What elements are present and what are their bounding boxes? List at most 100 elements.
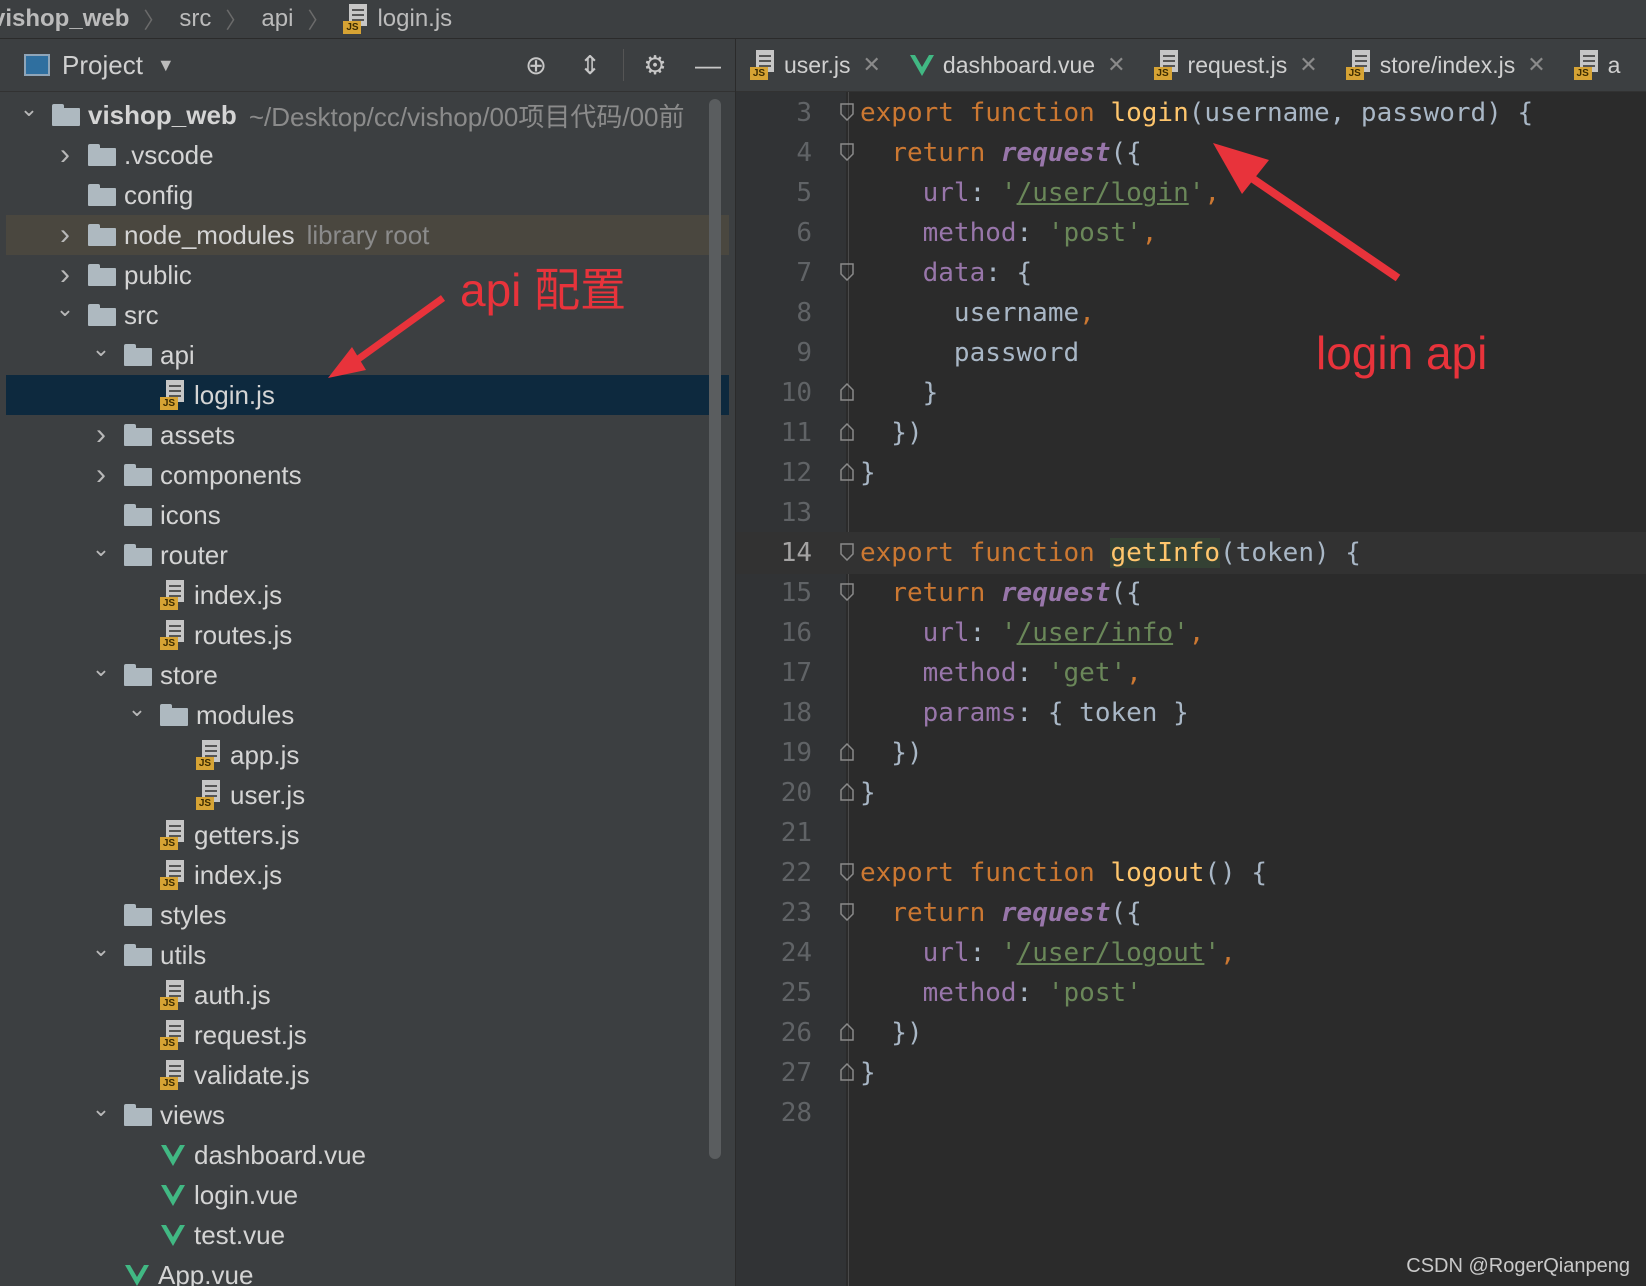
close-icon[interactable]: ✕ <box>1527 52 1545 78</box>
line-number: 10 <box>780 378 812 408</box>
code-line: 15 return request({ <box>736 572 1646 614</box>
fold-marker-icon[interactable] <box>840 783 854 801</box>
tree-item-assets[interactable]: › assets <box>6 415 729 455</box>
tree-scrollbar[interactable] <box>709 99 721 1159</box>
chevron-right-icon[interactable]: › <box>90 458 112 492</box>
tree-item-test-vue[interactable]: test.vue <box>6 1215 729 1255</box>
chevron-down-icon[interactable]: ⌄ <box>18 96 40 122</box>
tree-item-request-js[interactable]: JS request.js <box>6 1015 729 1055</box>
code-line: 21 <box>736 812 1646 854</box>
chevron-down-icon[interactable]: ⌄ <box>90 536 112 562</box>
chevron-right-icon[interactable]: › <box>54 218 76 252</box>
gear-icon[interactable]: ⚙ <box>639 49 671 81</box>
breadcrumb-item[interactable]: JS login.js <box>343 4 452 34</box>
chevron-down-icon[interactable]: ⌄ <box>90 1096 112 1122</box>
tree-item-modules[interactable]: ⌄ modules <box>6 695 729 735</box>
line-number: 24 <box>780 938 812 968</box>
tree-item-icons[interactable]: icons <box>6 495 729 535</box>
code-line: 10 } <box>736 372 1646 414</box>
tree-item-getters-js[interactable]: JS getters.js <box>6 815 729 855</box>
chevron-down-icon[interactable]: ⌄ <box>90 656 112 682</box>
folder-icon <box>124 464 152 486</box>
breadcrumb-separator: 〉 <box>307 8 330 33</box>
tree-item-components[interactable]: › components <box>6 455 729 495</box>
js-file-icon: JS <box>1345 50 1372 80</box>
tree-item-routes-js[interactable]: JS routes.js <box>6 615 729 655</box>
project-tool-window: Project ▼ ⊕ ⇕ ⚙ — ⌄ vishop_web ~/Desktop/c… <box>0 39 736 1286</box>
fold-marker-icon[interactable] <box>840 463 854 481</box>
line-number: 27 <box>780 1058 812 1088</box>
tree-item-store[interactable]: ⌄ store <box>6 655 729 695</box>
folder-icon <box>160 704 188 726</box>
editor-tab[interactable]: JS user.js ✕ <box>736 39 895 91</box>
code-line: 12} <box>736 452 1646 494</box>
fold-marker-icon[interactable] <box>840 863 854 881</box>
line-number: 6 <box>796 218 812 248</box>
fold-marker-icon[interactable] <box>840 1063 854 1081</box>
tree-item-index-js[interactable]: JS index.js <box>6 575 729 615</box>
code-line: 8 username, <box>736 292 1646 334</box>
tree-item-api[interactable]: ⌄ api <box>6 335 729 375</box>
breadcrumb-item[interactable]: vishop_web <box>0 5 129 33</box>
tree-item-validate-js[interactable]: JS validate.js <box>6 1055 729 1095</box>
tree-item-node-modules[interactable]: › node_modules library root <box>6 215 729 255</box>
close-icon[interactable]: ✕ <box>1299 52 1317 78</box>
fold-marker-icon[interactable] <box>840 583 854 601</box>
fold-marker-icon[interactable] <box>840 103 854 121</box>
editor-tab[interactable]: JS store/index.js ✕ <box>1332 39 1560 91</box>
breadcrumb-item[interactable]: api <box>261 5 293 33</box>
watermark: CSDN @RogerQianpeng <box>1406 1255 1630 1277</box>
line-number: 11 <box>780 418 812 448</box>
js-file-icon: JS <box>160 1060 186 1090</box>
fold-marker-icon[interactable] <box>840 743 854 761</box>
breadcrumb-item[interactable]: src <box>179 5 211 33</box>
tree-item-views[interactable]: ⌄ views <box>6 1095 729 1135</box>
tree-item-config[interactable]: config <box>6 175 729 215</box>
tree-item-styles[interactable]: styles <box>6 895 729 935</box>
tree-item-app-js[interactable]: JS app.js <box>6 735 729 775</box>
chevron-down-icon[interactable]: ⌄ <box>126 696 148 722</box>
tree-item-auth-js[interactable]: JS auth.js <box>6 975 729 1015</box>
code-line: 22 export function logout() { <box>736 852 1646 894</box>
tree-item-login-vue[interactable]: login.vue <box>6 1175 729 1215</box>
chevron-down-icon[interactable]: ▼ <box>157 55 175 76</box>
chevron-down-icon[interactable]: ⌄ <box>54 296 76 322</box>
fold-marker-icon[interactable] <box>840 383 854 401</box>
tree-item-dashboard-vue[interactable]: dashboard.vue <box>6 1135 729 1175</box>
tree-item-utils[interactable]: ⌄ utils <box>6 935 729 975</box>
tree-item--vscode[interactable]: › .vscode <box>6 135 729 175</box>
tree-item-login-js[interactable]: JS login.js <box>6 375 729 415</box>
fold-marker-icon[interactable] <box>840 263 854 281</box>
fold-marker-icon[interactable] <box>840 543 854 561</box>
collapse-all-icon[interactable]: ⇕ <box>574 49 606 81</box>
editor-tab[interactable]: dashboard.vue ✕ <box>895 39 1140 91</box>
vue-file-icon <box>161 1225 185 1246</box>
tree-item-user-js[interactable]: JS user.js <box>6 775 729 815</box>
line-number: 19 <box>780 738 812 768</box>
crosshair-icon[interactable]: ⊕ <box>520 49 552 81</box>
close-icon[interactable]: ✕ <box>1107 52 1125 78</box>
editor-tab[interactable]: JS request.js ✕ <box>1140 39 1332 91</box>
folder-icon <box>88 264 116 286</box>
chevron-right-icon[interactable]: › <box>54 138 76 172</box>
chevron-down-icon[interactable]: ⌄ <box>90 336 112 362</box>
code-line: 27} <box>736 1052 1646 1094</box>
fold-marker-icon[interactable] <box>840 1023 854 1041</box>
tree-item-router[interactable]: ⌄ router <box>6 535 729 575</box>
tree-item-index-js[interactable]: JS index.js <box>6 855 729 895</box>
tree-item-vishop-web[interactable]: ⌄ vishop_web ~/Desktop/cc/vishop/00项目代码/00… <box>6 95 729 135</box>
fold-marker-icon[interactable] <box>840 423 854 441</box>
editor-tab[interactable]: JS a <box>1560 39 1635 91</box>
tree-item-app-vue[interactable]: App.vue <box>6 1255 729 1286</box>
minimize-icon[interactable]: — <box>692 49 724 81</box>
chevron-right-icon[interactable]: › <box>90 418 112 452</box>
close-icon[interactable]: ✕ <box>862 52 880 78</box>
line-number: 4 <box>796 138 812 168</box>
code-line: 25 method: 'post' <box>736 972 1646 1014</box>
fold-marker-icon[interactable] <box>840 143 854 161</box>
project-title[interactable]: Project <box>62 50 143 81</box>
chevron-down-icon[interactable]: ⌄ <box>90 936 112 962</box>
editor-tab-bar: JS user.js ✕ dashboard.vue ✕ JS request.js ✕ JS s… <box>736 39 1646 92</box>
fold-marker-icon[interactable] <box>840 903 854 921</box>
chevron-right-icon[interactable]: › <box>54 258 76 292</box>
